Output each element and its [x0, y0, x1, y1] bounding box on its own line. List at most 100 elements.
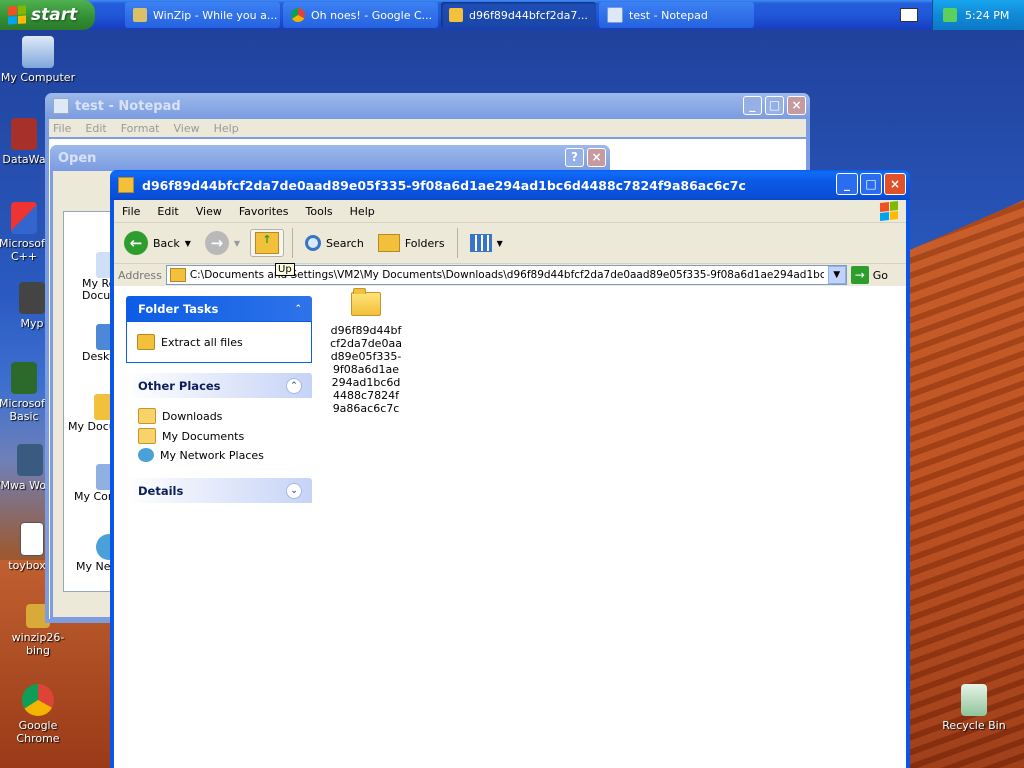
- forward-button[interactable]: → ▼: [201, 229, 244, 257]
- minimize-button[interactable]: _: [743, 96, 762, 115]
- folder-tasks-body: Extract all files: [126, 321, 312, 363]
- forward-arrow-icon: →: [204, 231, 229, 255]
- desktop-icon-recycle-bin[interactable]: Recycle Bin: [936, 684, 1012, 732]
- clock[interactable]: 5:24 PM: [965, 9, 1009, 22]
- maximize-button[interactable]: □: [860, 173, 882, 195]
- views-button[interactable]: ▼: [466, 232, 507, 254]
- winzip-icon: [133, 8, 147, 22]
- go-label: Go: [872, 268, 888, 282]
- folder-icon: [351, 288, 381, 316]
- start-label: start: [31, 5, 78, 25]
- menu-file[interactable]: File: [53, 122, 71, 135]
- menu-edit[interactable]: Edit: [85, 122, 106, 135]
- vmware-icon: [17, 444, 43, 476]
- other-places-downloads[interactable]: Downloads: [138, 408, 300, 424]
- window-title: test - Notepad: [75, 98, 181, 114]
- network-icon[interactable]: [943, 8, 957, 22]
- document-icon: [20, 522, 44, 556]
- address-dropdown-button[interactable]: ▼: [827, 266, 846, 284]
- help-button[interactable]: ?: [565, 148, 584, 167]
- other-places-header[interactable]: Other Places ⌃: [126, 373, 312, 398]
- taskbar-task-winzip[interactable]: WinZip - While you a...: [125, 2, 280, 28]
- toolbar-separator: [292, 228, 294, 258]
- taskbar-task-explorer[interactable]: d96f89d44bfcf2da7...: [441, 2, 596, 28]
- dropdown-arrow-icon[interactable]: ▼: [185, 239, 191, 248]
- menu-tools[interactable]: Tools: [306, 205, 333, 218]
- close-button[interactable]: ×: [587, 148, 606, 167]
- expand-icon[interactable]: ⌄: [286, 482, 302, 499]
- back-button[interactable]: ← Back ▼: [120, 229, 195, 257]
- dropdown-arrow-icon: ▼: [496, 238, 503, 248]
- start-button[interactable]: start: [0, 0, 95, 30]
- file-name: d96f89d44bfcf2da7de0aad89e05f335-9f08a6d…: [330, 324, 402, 415]
- chrome-icon: [22, 684, 54, 716]
- folder-tasks-header[interactable]: Folder Tasks ⌃: [126, 296, 312, 321]
- network-places-icon: [138, 448, 154, 462]
- details-panel: Details ⌄: [126, 478, 312, 503]
- task-pane: Folder Tasks ⌃ Extract all files Other P…: [114, 286, 324, 768]
- other-places-my-documents[interactable]: My Documents: [138, 428, 300, 444]
- close-button[interactable]: ×: [884, 173, 906, 195]
- close-button[interactable]: ×: [787, 96, 806, 115]
- my-documents-icon: [138, 428, 156, 444]
- desktop-icon-label: Recycle Bin: [942, 719, 1006, 732]
- folder-zip-icon: [118, 177, 134, 193]
- visual-cpp-icon: [11, 202, 37, 234]
- menu-view[interactable]: View: [174, 122, 200, 135]
- windows-logo-icon: [8, 5, 26, 25]
- notepad-titlebar[interactable]: test - Notepad _ □ ×: [45, 93, 810, 119]
- folders-button[interactable]: Folders: [374, 232, 449, 254]
- window-title: d96f89d44bfcf2da7de0aad89e05f335-9f08a6d…: [142, 177, 746, 193]
- taskbar-task-chrome[interactable]: Oh noes! - Google C...: [283, 2, 438, 28]
- desktop-icon-label: Microsoft Basic: [0, 397, 50, 423]
- menu-edit[interactable]: Edit: [157, 205, 178, 218]
- collapse-icon[interactable]: ⌃: [294, 304, 302, 314]
- file-item-folder[interactable]: d96f89d44bfcf2da7de0aad89e05f335-9f08a6d…: [326, 288, 406, 415]
- search-label: Search: [326, 236, 364, 250]
- menu-file[interactable]: File: [122, 205, 140, 218]
- back-label: Back: [153, 236, 180, 250]
- explorer-titlebar[interactable]: d96f89d44bfcf2da7de0aad89e05f335-9f08a6d…: [110, 170, 910, 200]
- basic-icon: [11, 362, 37, 394]
- other-places-panel: Other Places ⌃ Downloads My Documents My…: [126, 373, 312, 472]
- address-bar: Address C:\Documents and Settings\VM2\My…: [114, 264, 906, 287]
- menu-format[interactable]: Format: [121, 122, 160, 135]
- search-button[interactable]: Search: [301, 233, 368, 253]
- windows-logo-icon: [880, 201, 898, 221]
- other-places-network[interactable]: My Network Places: [138, 448, 300, 462]
- menu-help[interactable]: Help: [350, 205, 375, 218]
- explorer-menubar: File Edit View Favorites Tools Help: [114, 200, 906, 223]
- extract-icon: [137, 334, 155, 350]
- views-icon: [469, 234, 492, 252]
- up-button[interactable]: ↑: [250, 229, 285, 257]
- menu-view[interactable]: View: [196, 205, 222, 218]
- desktop-icon-label: winzip26-bing: [11, 631, 65, 657]
- menu-help[interactable]: Help: [214, 122, 239, 135]
- taskbar: start WinZip - While you a... Oh noes! -…: [0, 0, 1024, 30]
- taskbar-task-notepad[interactable]: test - Notepad: [599, 2, 754, 28]
- open-dialog-titlebar[interactable]: Open ? ×: [50, 145, 610, 171]
- minimize-button[interactable]: _: [836, 173, 858, 195]
- dropdown-arrow-icon: ▼: [233, 238, 241, 248]
- menu-favorites[interactable]: Favorites: [239, 205, 289, 218]
- desktop-icon-my-computer[interactable]: My Computer: [0, 36, 76, 84]
- keyboard-icon[interactable]: [900, 8, 918, 22]
- task-label: test - Notepad: [629, 8, 708, 22]
- explorer-content: Folder Tasks ⌃ Extract all files Other P…: [114, 286, 906, 768]
- desktop-icon-chrome[interactable]: Google Chrome: [0, 684, 76, 745]
- task-label: Oh noes! - Google C...: [311, 8, 433, 22]
- task-label: d96f89d44bfcf2da7...: [469, 8, 588, 22]
- desktop-icon-label: My Computer: [0, 71, 76, 84]
- address-input[interactable]: C:\Documents and Settings\VM2\My Documen…: [165, 265, 847, 285]
- details-header[interactable]: Details ⌄: [126, 478, 312, 503]
- system-tray: 5:24 PM: [932, 0, 1024, 30]
- go-button[interactable]: → Go: [850, 266, 902, 284]
- link-label: My Documents: [162, 429, 245, 443]
- maximize-button[interactable]: □: [765, 96, 784, 115]
- explorer-window: d96f89d44bfcf2da7de0aad89e05f335-9f08a6d…: [110, 170, 910, 768]
- collapse-icon[interactable]: ⌃: [286, 377, 302, 394]
- folder-zip-icon: [449, 8, 463, 22]
- extract-all-link[interactable]: Extract all files: [137, 334, 301, 350]
- panel-title: Folder Tasks: [138, 301, 219, 316]
- folder-tasks-panel: Folder Tasks ⌃ Extract all files: [126, 296, 312, 363]
